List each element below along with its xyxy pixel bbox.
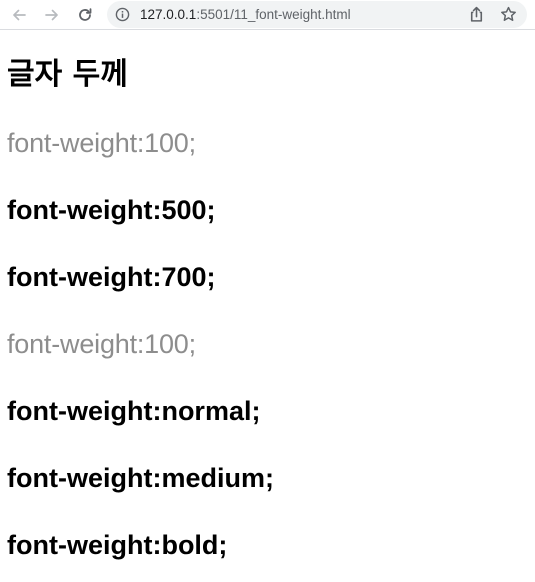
back-button[interactable]	[7, 3, 31, 27]
url-path: :5501/11_font-weight.html	[196, 7, 351, 22]
url-host: 127.0.0.1	[140, 7, 197, 22]
weight-line-500: font-weight:500;	[7, 195, 216, 225]
reload-icon	[79, 8, 92, 21]
forward-button[interactable]	[40, 3, 64, 27]
reload-button[interactable]	[73, 3, 97, 27]
url-text[interactable]: 127.0.0.1:5501/11_font-weight.html	[140, 6, 351, 23]
star-icon[interactable]	[500, 6, 517, 23]
weight-line-100-repeat: font-weight:100;	[7, 329, 196, 359]
weight-line-normal: font-weight:normal;	[7, 396, 261, 426]
back-arrow-icon	[13, 9, 26, 21]
weight-line-700: font-weight:700;	[7, 262, 216, 292]
address-bar[interactable]: 127.0.0.1:5501/11_font-weight.html	[107, 1, 527, 28]
forward-arrow-icon	[45, 9, 58, 21]
weight-line-medium: font-weight:medium;	[7, 463, 274, 493]
info-icon[interactable]	[115, 7, 130, 22]
page-heading: 글자 두께	[7, 57, 128, 92]
browser-toolbar: 127.0.0.1:5501/11_font-weight.html	[0, 0, 535, 30]
weight-line-bold: font-weight:bold;	[7, 530, 228, 560]
weight-line-100: font-weight:100;	[7, 128, 196, 158]
share-icon[interactable]	[468, 6, 485, 23]
